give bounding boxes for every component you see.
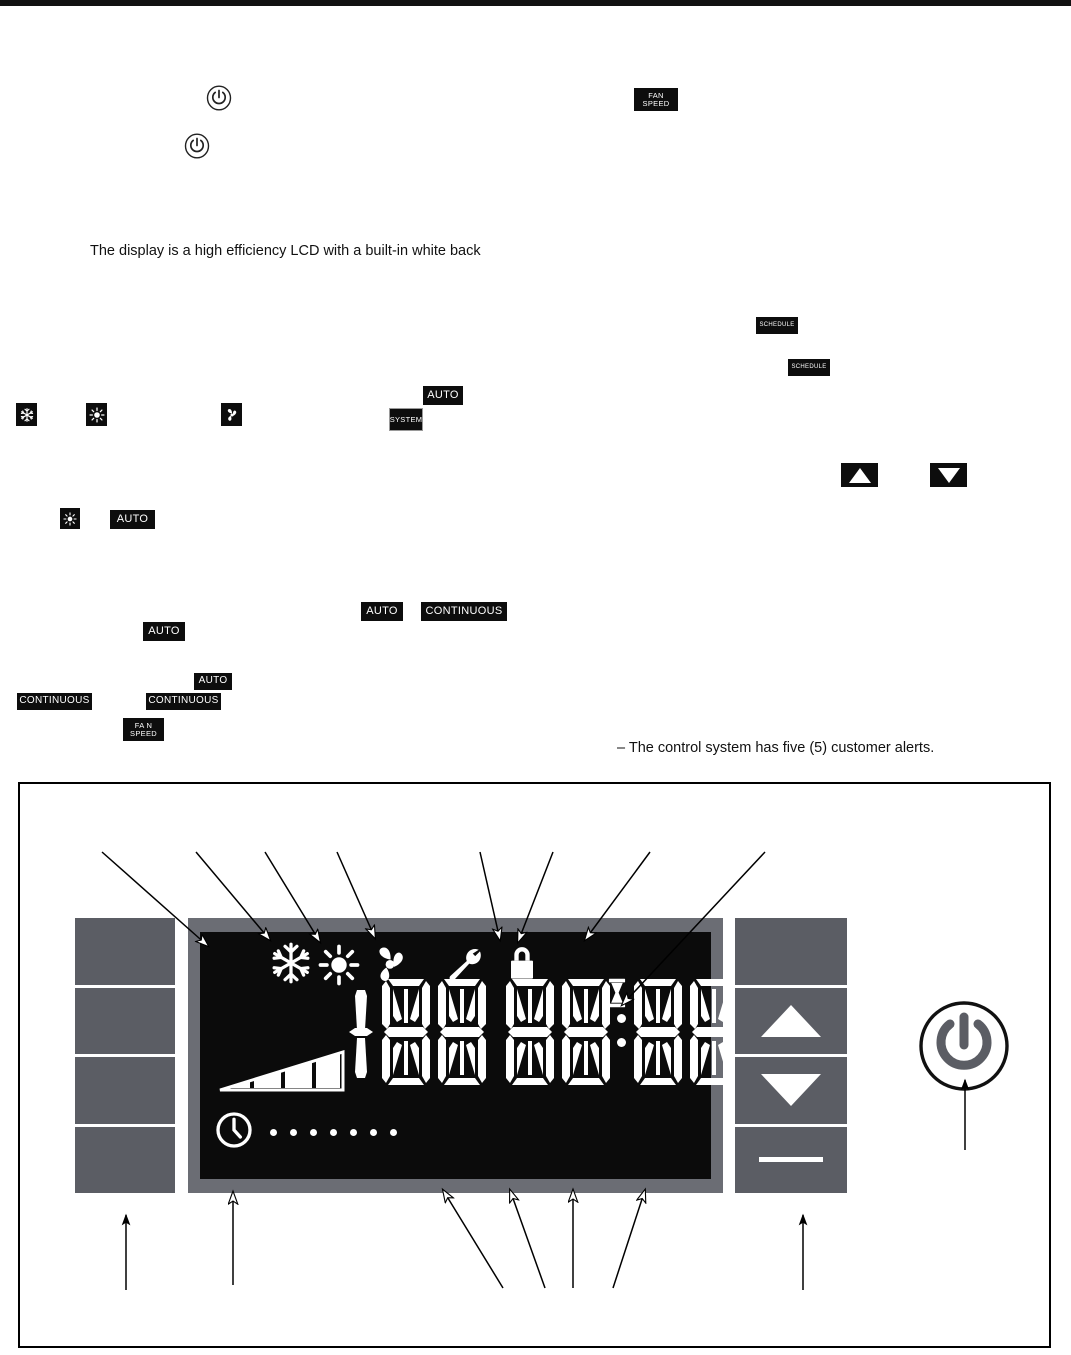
top-rule [0,0,1071,6]
system-badge: SYSTEM [389,408,423,431]
right-button-column [735,918,847,1193]
fan-icon [221,403,242,426]
left-button-2[interactable] [75,987,175,1054]
triangle-down-icon [930,463,967,487]
schedule-badge: SCHEDULE [756,317,798,334]
schedule-dot [370,1129,377,1136]
schedule-dot [310,1129,317,1136]
lcd-screen [200,932,754,1179]
triangle-up-icon [841,463,878,487]
left-button-column [75,918,175,1193]
segment-digit [502,976,558,1093]
fan-speed-badge: FA N SPEED [123,718,164,741]
left-button-1[interactable] [75,918,175,985]
schedule-dot [350,1129,357,1136]
seven-segment-display [348,976,754,1093]
dash-icon [759,1157,823,1163]
alerts-description-text: – The control system has five (5) custom… [617,740,935,756]
fan-speed-badge: FAN SPEED [634,88,678,111]
right-button-dash[interactable] [735,1126,847,1193]
right-button-down[interactable] [735,1057,847,1124]
clock-icon [214,1110,254,1155]
fan-speed-badge-line2: SPEED [130,728,157,738]
triangle-down-icon [761,1074,821,1107]
left-button-3[interactable] [75,1057,175,1124]
power-button[interactable] [918,1000,1010,1097]
right-button-up[interactable] [735,987,847,1054]
triangle-up-icon [761,1004,821,1037]
left-button-4[interactable] [75,1126,175,1193]
continuous-badge: CONTINUOUS [17,693,92,710]
auto-badge: AUTO [423,386,463,405]
colon-separator [614,980,630,1090]
segment-digit [558,976,614,1093]
segment-digit [630,976,686,1093]
auto-badge: AUTO [194,673,232,690]
schedule-dot [330,1129,337,1136]
continuous-badge: CONTINUOUS [421,602,507,621]
lcd-description-text: The display is a high efficiency LCD wit… [90,243,481,259]
plus-minus-indicator [348,980,374,1090]
schedule-dot [390,1129,397,1136]
thermostat-device [75,918,855,1193]
auto-badge: AUTO [361,602,403,621]
power-icon [184,133,210,159]
continuous-badge: CONTINUOUS [146,693,221,710]
segment-digit [434,976,490,1093]
right-button-blank[interactable] [735,918,847,985]
segment-digit [378,976,434,1093]
schedule-dot [270,1129,277,1136]
fan-speed-badge-line2: SPEED [642,98,670,108]
power-icon [206,85,232,111]
snowflake-icon [16,403,37,426]
schedule-badge: SCHEDULE [788,359,830,376]
auto-badge: AUTO [143,622,185,641]
segment-digit [686,976,742,1093]
auto-badge: AUTO [110,510,155,529]
schedule-indicator-row [214,1110,397,1155]
schedule-dot [290,1129,297,1136]
lcd-bezel [188,918,754,1193]
snowflake-icon [268,940,314,991]
sun-icon [60,508,80,529]
fan-speed-bar-icon [218,1049,345,1097]
sun-icon [86,403,107,426]
